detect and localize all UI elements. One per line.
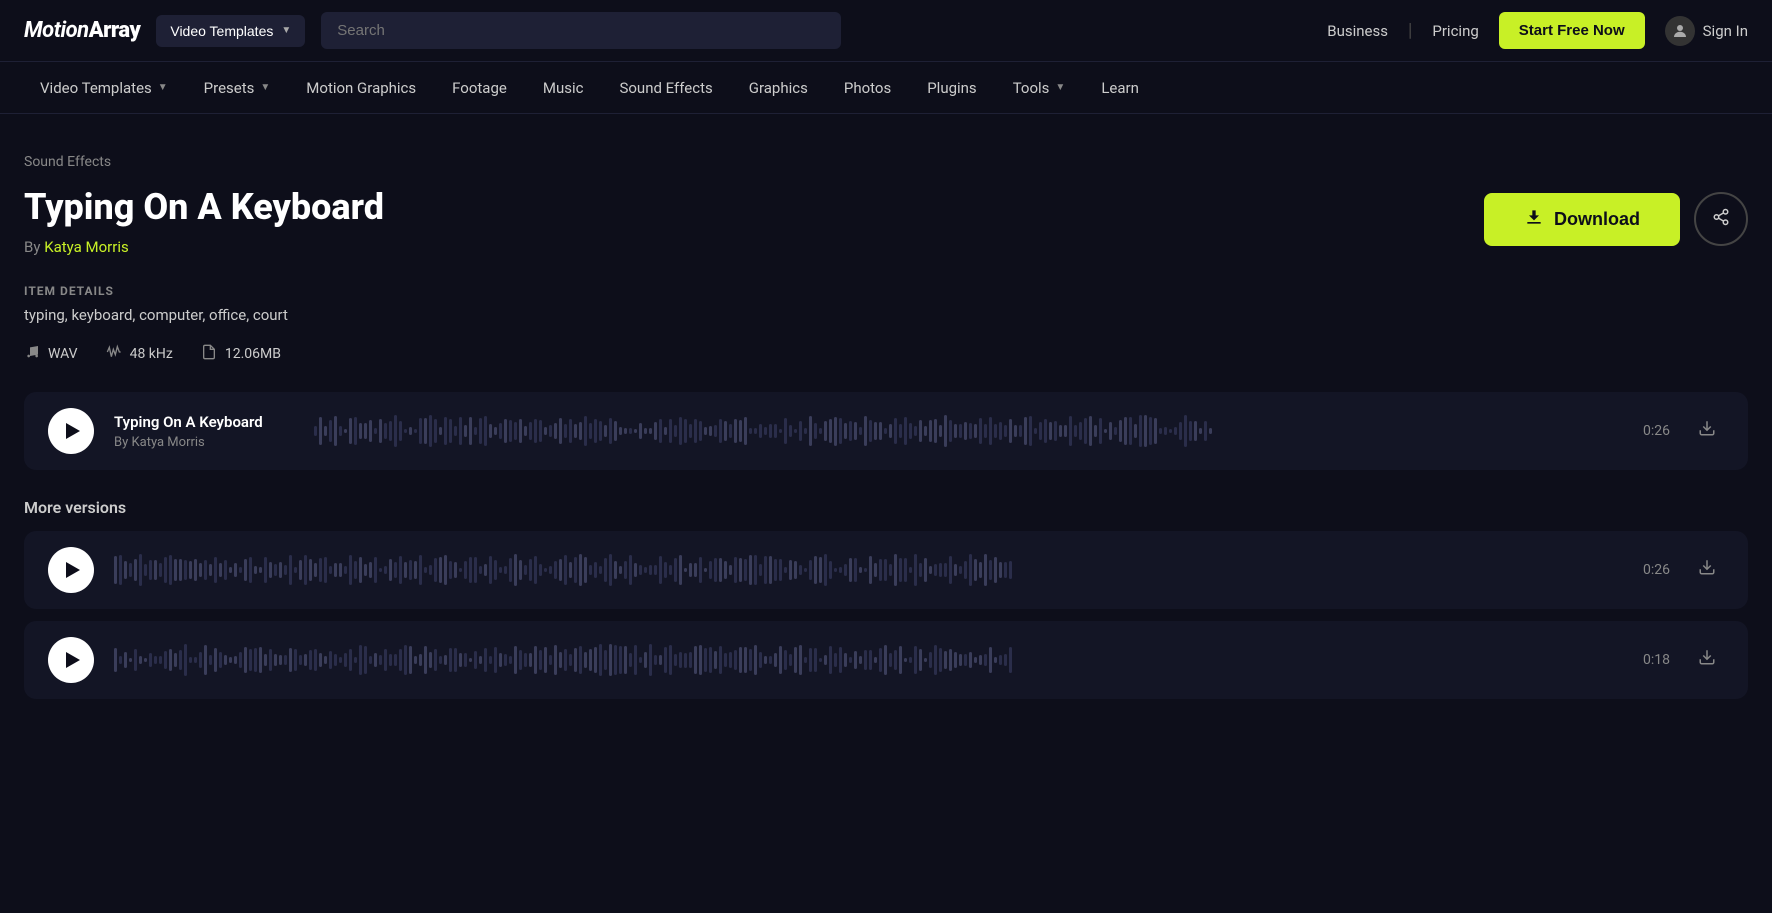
track-title: Typing On A Keyboard: [114, 413, 294, 431]
format-value: WAV: [48, 346, 78, 362]
nav-item-label: Presets: [204, 79, 255, 97]
play-button[interactable]: [48, 408, 94, 454]
meta-format: WAV: [24, 344, 78, 364]
download-icon: [1524, 207, 1544, 232]
nav-item-label: Learn: [1101, 79, 1139, 97]
nav-item-label: Footage: [452, 79, 507, 97]
share-button[interactable]: [1694, 192, 1748, 246]
nav-item-photos[interactable]: Photos: [828, 73, 907, 103]
logo-text: MotionArray: [24, 18, 140, 43]
player-download-button-v2[interactable]: [1690, 554, 1724, 586]
page-title: Typing On A Keyboard: [24, 186, 384, 228]
track-duration-v3: 0:18: [1634, 652, 1670, 668]
player-download-button[interactable]: [1690, 415, 1724, 447]
file-icon: [201, 344, 217, 364]
item-details-label: ITEM DETAILS: [24, 284, 1748, 298]
chevron-down-icon: ▼: [158, 82, 168, 93]
nav-right-area: Business | Pricing Start Free Now Sign I…: [1327, 12, 1748, 49]
pricing-link[interactable]: Pricing: [1432, 22, 1478, 40]
nav-item-label: Plugins: [927, 79, 976, 97]
share-icon: [1712, 208, 1730, 231]
nav-item-motion-graphics[interactable]: Motion Graphics: [290, 73, 432, 103]
nav-item-sound-effects[interactable]: Sound Effects: [603, 73, 728, 103]
nav-item-label: Motion Graphics: [306, 79, 416, 97]
chevron-down-icon: ▼: [260, 82, 270, 93]
search-input[interactable]: [321, 12, 841, 49]
chevron-down-icon: ▼: [281, 25, 291, 36]
breadcrumb[interactable]: Sound Effects: [24, 154, 1748, 170]
secondary-navigation: Video Templates ▼ Presets ▼ Motion Graph…: [0, 62, 1772, 114]
top-navigation: MotionArray Video Templates ▼ Business |…: [0, 0, 1772, 62]
download-button[interactable]: Download: [1484, 193, 1680, 246]
audio-player-version-3: 0:18: [24, 621, 1748, 699]
item-tags: typing, keyboard, computer, office, cour…: [24, 306, 1748, 324]
chevron-down-icon: ▼: [1055, 82, 1065, 93]
meta-file-size: 12.06MB: [201, 344, 281, 364]
dropdown-label: Video Templates: [170, 23, 273, 39]
avatar-icon: [1665, 16, 1695, 46]
sample-rate-value: 48 kHz: [130, 346, 173, 362]
waveform[interactable]: [314, 411, 1614, 451]
download-label: Download: [1554, 209, 1640, 230]
waveform-icon: [106, 344, 122, 364]
play-button-v3[interactable]: [48, 637, 94, 683]
meta-sample-rate: 48 kHz: [106, 344, 173, 364]
file-size-value: 12.06MB: [225, 346, 281, 362]
nav-item-label: Graphics: [749, 79, 808, 97]
play-icon: [66, 423, 80, 439]
waveform-v3[interactable]: [114, 640, 1614, 680]
start-free-button[interactable]: Start Free Now: [1499, 12, 1645, 49]
track-author: By Katya Morris: [114, 435, 294, 450]
nav-item-label: Video Templates: [40, 79, 152, 97]
item-details: ITEM DETAILS typing, keyboard, computer,…: [24, 284, 1748, 364]
nav-item-label: Photos: [844, 79, 891, 97]
audio-player-section: Typing On A Keyboard By Katya Morris 0:2…: [24, 392, 1748, 699]
audio-player-version-2: 0:26: [24, 531, 1748, 609]
track-duration-v2: 0:26: [1634, 562, 1670, 578]
play-icon: [66, 562, 80, 578]
waveform-v2[interactable]: [114, 550, 1614, 590]
player-download-button-v3[interactable]: [1690, 644, 1724, 676]
action-buttons: Download: [1484, 192, 1748, 246]
nav-item-label: Sound Effects: [619, 79, 712, 97]
nav-item-video-templates[interactable]: Video Templates ▼: [24, 73, 184, 103]
nav-item-tools[interactable]: Tools ▼: [997, 73, 1082, 103]
track-info: Typing On A Keyboard By Katya Morris: [114, 413, 294, 450]
play-button-v2[interactable]: [48, 547, 94, 593]
sign-in-area[interactable]: Sign In: [1665, 16, 1748, 46]
nav-item-music[interactable]: Music: [527, 73, 600, 103]
audio-player: Typing On A Keyboard By Katya Morris 0:2…: [24, 392, 1748, 470]
track-duration: 0:26: [1634, 423, 1670, 439]
video-templates-dropdown[interactable]: Video Templates ▼: [156, 15, 305, 47]
nav-item-plugins[interactable]: Plugins: [911, 73, 992, 103]
nav-item-learn[interactable]: Learn: [1085, 73, 1155, 103]
by-prefix: By: [24, 238, 40, 256]
nav-divider: |: [1408, 20, 1412, 41]
nav-item-graphics[interactable]: Graphics: [733, 73, 824, 103]
sign-in-label: Sign In: [1703, 22, 1748, 40]
music-note-icon: [24, 344, 40, 364]
item-meta: WAV 48 kHz 12.06MB: [24, 344, 1748, 364]
title-area: Typing On A Keyboard By Katya Morris Dow…: [24, 186, 1748, 256]
author-link[interactable]: Katya Morris: [44, 238, 129, 256]
main-content: Sound Effects Typing On A Keyboard By Ka…: [0, 114, 1772, 735]
play-icon: [66, 652, 80, 668]
nav-item-presets[interactable]: Presets ▼: [188, 73, 287, 103]
more-versions-label: More versions: [24, 498, 1748, 517]
nav-item-label: Tools: [1013, 79, 1050, 97]
nav-item-label: Music: [543, 79, 584, 97]
business-link[interactable]: Business: [1327, 22, 1388, 40]
nav-item-footage[interactable]: Footage: [436, 73, 523, 103]
by-line: By Katya Morris: [24, 238, 384, 256]
logo[interactable]: MotionArray: [24, 18, 140, 43]
title-left: Typing On A Keyboard By Katya Morris: [24, 186, 384, 256]
